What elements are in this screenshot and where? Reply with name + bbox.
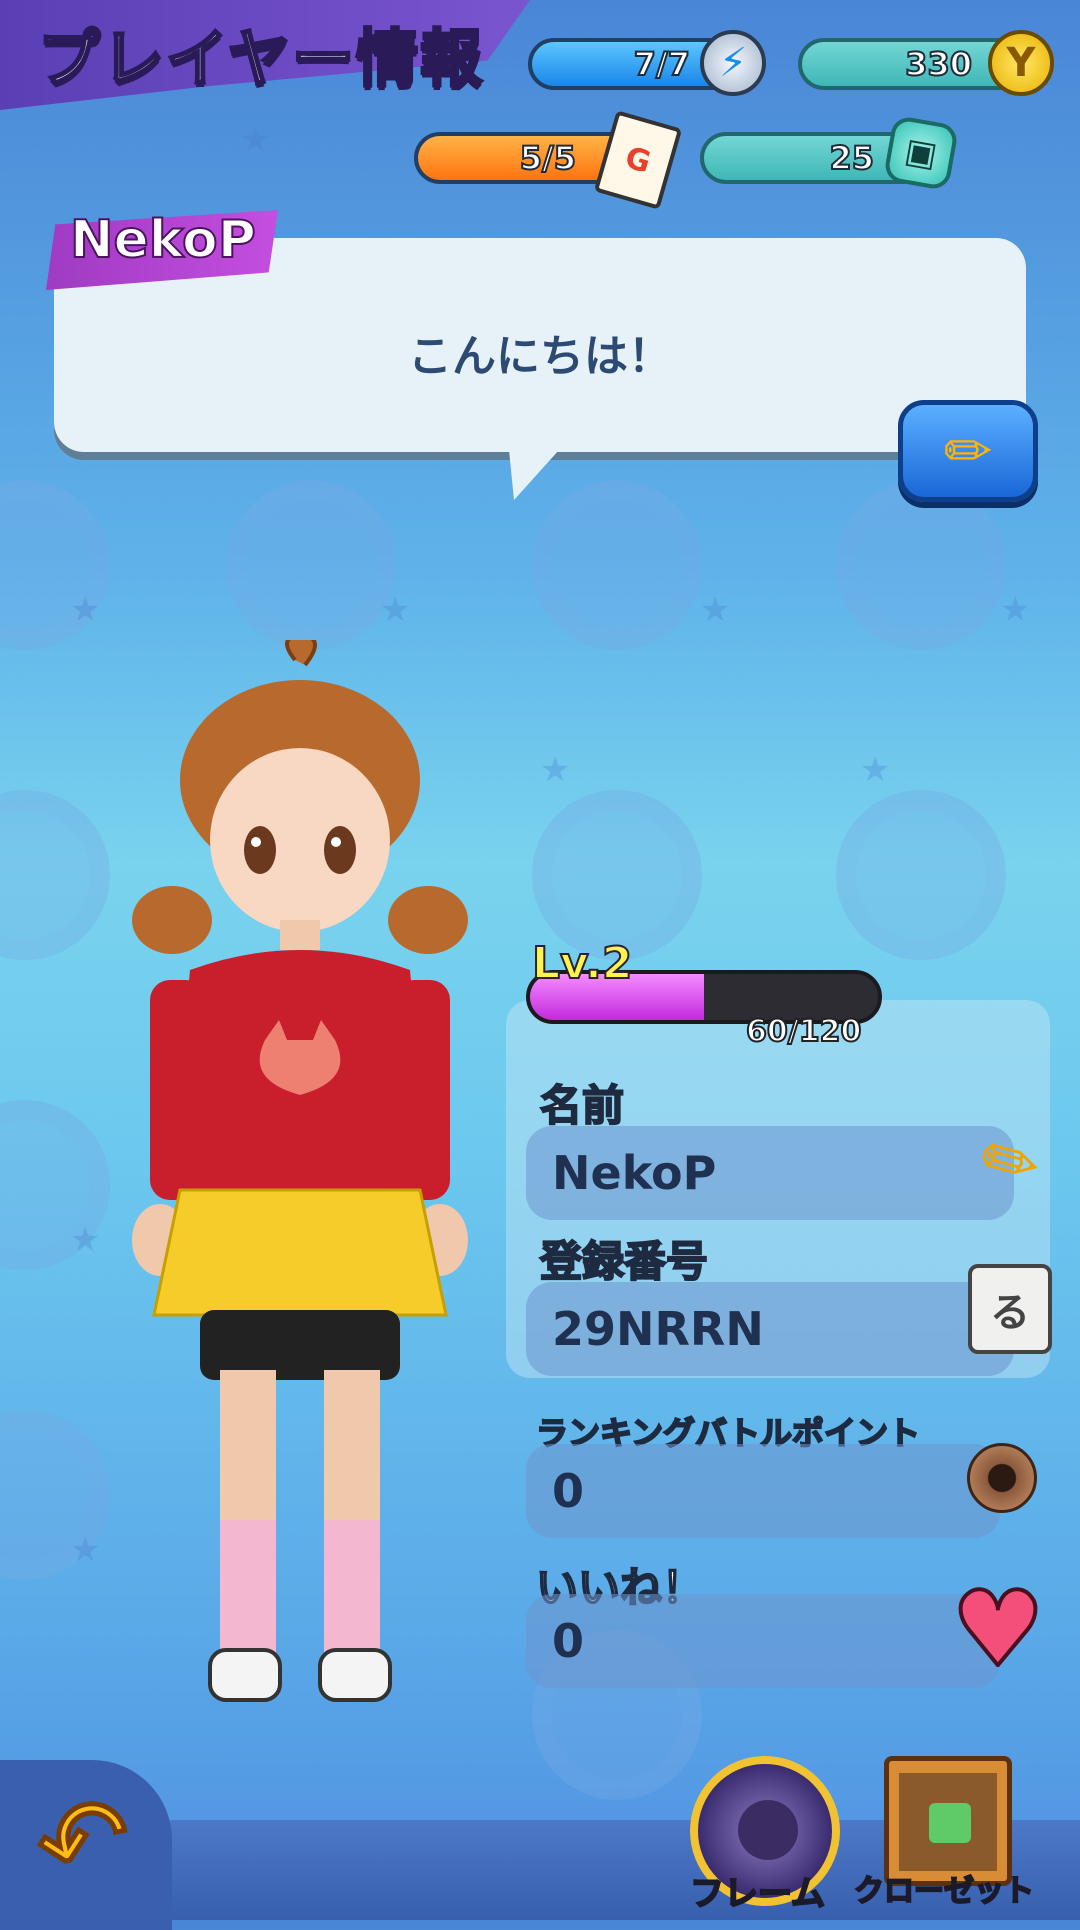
registration-number-label: 登録番号: [539, 1236, 709, 1287]
closet-icon: [899, 1773, 997, 1871]
gem-value: 25: [828, 138, 875, 178]
likes-field: 0: [526, 1594, 1000, 1688]
back-arrow-icon: ↶: [23, 1766, 145, 1915]
registration-number-field: 29NRRN: [526, 1282, 1014, 1376]
player-avatar: [132, 640, 468, 1702]
level-exp-text: 60/120: [745, 1013, 862, 1050]
lightning-icon: ⚡: [700, 30, 766, 96]
edit-greeting-button[interactable]: ✏: [898, 400, 1038, 502]
pencil-icon: ✏: [943, 417, 993, 485]
camera-icon: [967, 1443, 1037, 1513]
greeting-text: こんにちは！: [408, 331, 672, 382]
ranking-icon: [962, 1432, 1042, 1524]
closet-label: クローゼット: [853, 1873, 1035, 1910]
money-value: 330: [904, 44, 973, 84]
heart-icon: ♥: [949, 1566, 1046, 1692]
yen-coin-icon: Y: [988, 30, 1054, 96]
frame-label: フレーム: [689, 1873, 826, 1915]
copy-id-button[interactable]: る: [968, 1264, 1052, 1354]
pencil-icon: ✏: [971, 1114, 1049, 1210]
name-field: NekoP: [526, 1126, 1014, 1220]
gem-icon: ▣: [882, 114, 960, 192]
name-label: 名前: [539, 1080, 625, 1131]
level-label: Lv.2: [531, 937, 633, 990]
ranking-points-field: 0: [526, 1444, 1000, 1538]
back-button[interactable]: ↶: [4, 1766, 164, 1915]
copy-icon: る: [990, 1290, 1030, 1336]
name-tag-text: NekoP: [69, 209, 257, 271]
ticket-value: 5/5: [519, 138, 577, 178]
page-title: プレイヤー情報: [36, 21, 485, 97]
stamina-value: 7/7: [633, 44, 691, 84]
frame-preview-icon: [738, 1800, 798, 1860]
